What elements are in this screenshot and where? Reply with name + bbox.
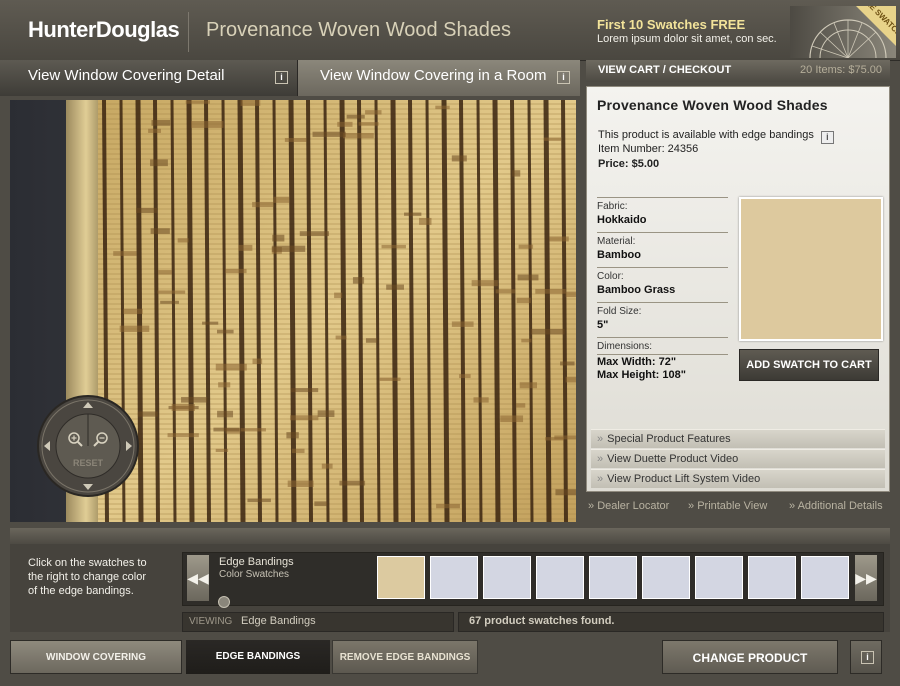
link-label: Special Product Features <box>607 433 731 445</box>
info-icon[interactable]: i <box>557 71 570 84</box>
item-number: Item Number: 24356 <box>598 143 699 155</box>
reset-button[interactable]: RESET <box>73 458 104 468</box>
info-icon[interactable]: i <box>275 71 288 84</box>
zoom-pan-control[interactable]: RESET <box>36 394 140 498</box>
swatch-tile[interactable] <box>589 556 637 599</box>
swatch-tile[interactable] <box>748 556 796 599</box>
app-window: HunterDouglas Provenance Woven Wood Shad… <box>0 0 900 686</box>
viewing-value: Edge Bandings <box>241 615 316 627</box>
field-value: Max Height: 108" <box>597 369 686 381</box>
field-value: Hokkaido <box>597 214 647 226</box>
printable-view-link[interactable]: » Printable View <box>688 500 767 512</box>
field-fabric: Fabric: Hokkaido <box>597 197 728 226</box>
special-product-features-link[interactable]: » Special Product Features <box>591 429 885 448</box>
header: HunterDouglas Provenance Woven Wood Shad… <box>0 0 900 61</box>
swatch-tile[interactable] <box>536 556 584 599</box>
swatch-next-button[interactable]: ▶▶ <box>855 555 877 601</box>
swatch-preview <box>739 197 883 341</box>
swatch-count-bar: 67 product swatches found. <box>458 612 884 632</box>
swatch-tile[interactable] <box>430 556 478 599</box>
product-title: Provenance Woven Wood Shades <box>206 19 512 41</box>
field-value: Max Width: 72" <box>597 354 728 368</box>
swatch-count: 67 product swatches found. <box>469 615 615 627</box>
tab-label: View Window Covering Detail <box>28 67 225 84</box>
availability-label: This product is available with edge band… <box>598 129 814 141</box>
chevron-right-icon: » <box>597 473 604 485</box>
header-divider <box>188 12 189 52</box>
chevron-right-icon: » <box>597 433 604 445</box>
field-value: 5" <box>597 319 609 331</box>
swatch-hint: Click on the swatches to the right to ch… <box>28 557 147 597</box>
free-swatches-badge[interactable]: FREE SWATCHES <box>790 6 896 58</box>
add-swatch-to-cart-button[interactable]: ADD SWATCH TO CART <box>739 349 879 381</box>
field-color: Color: Bamboo Grass <box>597 267 728 296</box>
availability-text: This product is available with edge band… <box>598 129 834 144</box>
link-label: Dealer Locator <box>597 500 670 512</box>
tab-window-covering-in-room[interactable]: View Window Covering in a Room i <box>298 60 580 96</box>
remove-edge-bandings-button[interactable]: REMOVE EDGE BANDINGS <box>332 640 478 674</box>
promo-subtitle: Lorem ipsum dolor sit amet, con sec. <box>597 33 777 45</box>
field-label: Material: <box>597 236 636 247</box>
field-label: Dimensions: <box>597 341 653 352</box>
viewing-bar: VIEWING Edge Bandings <box>182 612 454 632</box>
field-label: Fold Size: <box>597 306 642 317</box>
change-product-button[interactable]: CHANGE PRODUCT <box>662 640 838 674</box>
detail-title: Provenance Woven Wood Shades <box>597 97 828 113</box>
field-label: Color: <box>597 271 624 282</box>
info-icon: i <box>861 651 874 664</box>
link-label: View Duette Product Video <box>607 453 739 465</box>
chevron-right-icon: » <box>597 453 604 465</box>
cart-bar: VIEW CART / CHECKOUT 20 Items: $75.00 <box>586 60 890 82</box>
tab-window-covering-detail[interactable]: View Window Covering Detail i <box>0 60 298 96</box>
view-lift-system-video-link[interactable]: » View Product Lift System Video <box>591 469 885 488</box>
price: Price: $5.00 <box>598 158 660 170</box>
dealer-locator-link[interactable]: » Dealer Locator <box>588 500 669 512</box>
link-label: View Product Lift System Video <box>607 473 761 485</box>
swatch-tile[interactable] <box>695 556 743 599</box>
additional-details-link[interactable]: » Additional Details <box>789 500 883 512</box>
field-value: Bamboo <box>597 249 641 261</box>
swatch-prev-button[interactable]: ◀◀ <box>187 555 209 601</box>
info-icon[interactable]: i <box>820 131 834 144</box>
swatch-region-header <box>10 528 890 544</box>
cart-summary: 20 Items: $75.00 <box>800 64 882 76</box>
field-material: Material: Bamboo <box>597 232 728 261</box>
view-cart-checkout-link[interactable]: VIEW CART / CHECKOUT <box>598 64 731 76</box>
strip-label: Edge Bandings <box>219 556 294 568</box>
brand-logo[interactable]: HunterDouglas <box>28 17 180 43</box>
swatch-tile[interactable] <box>642 556 690 599</box>
field-label: Fabric: <box>597 201 628 212</box>
edge-bandings-button[interactable]: EDGE BANDINGS <box>186 640 330 674</box>
link-label: Additional Details <box>797 500 883 512</box>
strip-sublabel: Color Swatches <box>219 569 290 580</box>
field-value: Bamboo Grass <box>597 284 676 296</box>
promo-title[interactable]: First 10 Swatches FREE <box>597 17 745 32</box>
window-covering-button[interactable]: WINDOW COVERING <box>10 640 182 674</box>
swatch-tile[interactable] <box>483 556 531 599</box>
swatch-strip: ◀◀ Edge Bandings Color Swatches ▶▶ <box>182 552 884 606</box>
viewing-label: VIEWING <box>189 616 233 627</box>
swatch-tile[interactable] <box>801 556 849 599</box>
field-dimensions: Dimensions: Max Width: 72" Max Height: 1… <box>597 337 728 381</box>
swatch-scroll-indicator[interactable] <box>218 596 230 608</box>
tab-label: View Window Covering in a Room <box>320 67 547 84</box>
view-duette-video-link[interactable]: » View Duette Product Video <box>591 449 885 468</box>
help-button[interactable]: i <box>850 640 882 674</box>
link-label: Printable View <box>697 500 768 512</box>
field-fold-size: Fold Size: 5" <box>597 302 728 331</box>
swatch-tile[interactable] <box>377 556 425 599</box>
product-detail-card: Provenance Woven Wood Shades This produc… <box>586 86 890 492</box>
